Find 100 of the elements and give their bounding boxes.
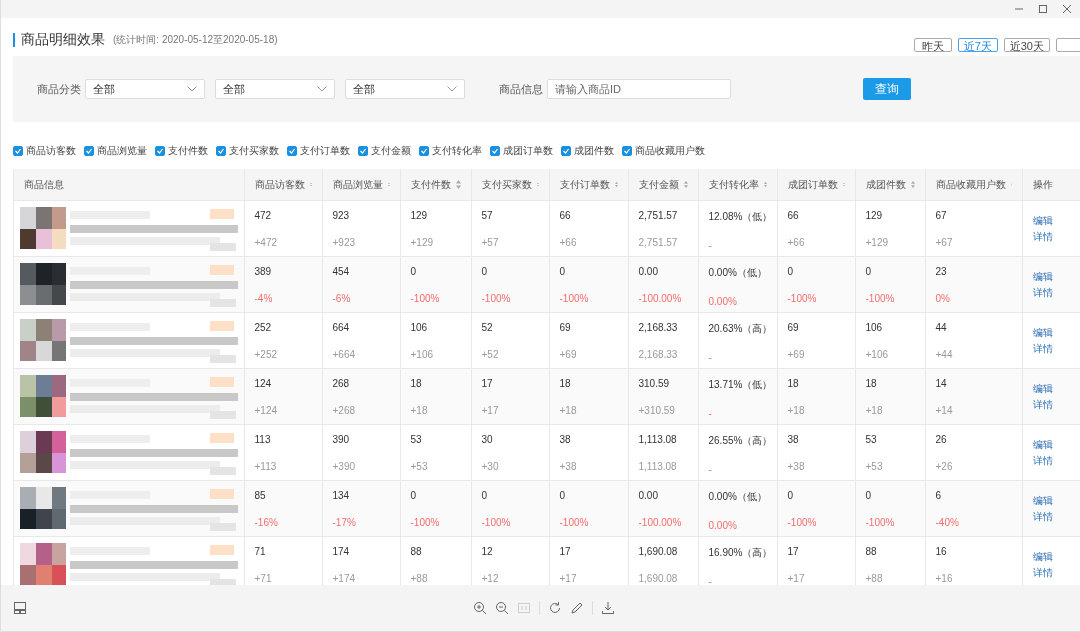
zoom-out-icon[interactable] [495,601,509,615]
metric-change: +66 [559,237,578,248]
checkbox[interactable] [13,146,23,156]
metric-value: 66 [787,210,800,221]
metric-value: 1,113.08 [638,434,678,445]
metric-value: 53 [410,434,423,445]
metric-change: +252 [254,349,279,360]
action-link[interactable]: 详情 [1032,566,1072,580]
checkbox[interactable] [419,146,429,156]
metric-change: -100% [787,517,818,528]
metric-value: 67 [935,210,948,221]
metric-value: 0.00 [638,266,659,277]
checkbox[interactable] [358,146,368,156]
action-link[interactable]: 编辑 [1032,270,1072,284]
metric-change: +14 [935,405,954,416]
metric-value: 106 [410,322,429,333]
action-link[interactable]: 详情 [1032,398,1072,412]
metric-value: 2,751.57 [638,210,679,221]
category-select[interactable]: 全部 [215,79,335,99]
metric-value: 2,168.33 [638,322,679,333]
metric-change: -100% [865,517,896,528]
metric-value: 53 [865,434,878,445]
chevron-down-icon [317,86,327,92]
rotate-icon[interactable] [548,601,562,615]
category-label: 商品分类 [37,81,81,97]
checkbox[interactable] [155,146,165,156]
metric-change: +106 [865,349,890,360]
download-icon[interactable] [601,601,615,615]
sort-icon[interactable] [910,180,915,189]
column-header: 支付订单数 [559,177,610,192]
metric-value: 923 [332,210,351,221]
checkbox[interactable] [84,146,94,156]
metric-change: +69 [787,349,806,360]
metric-change: +30 [481,461,500,472]
metric-change: +57 [481,237,500,248]
category-select[interactable]: 全部 [85,79,205,99]
checkbox[interactable] [287,146,297,156]
action-link[interactable]: 编辑 [1032,382,1072,396]
pencil-icon[interactable] [570,601,584,615]
action-link[interactable]: 详情 [1032,510,1072,524]
metric-change: - [708,240,713,251]
action-link[interactable]: 详情 [1032,454,1072,468]
metric-value: 18 [865,378,878,389]
metric-change: 1,690.08 [638,573,679,584]
metric-change: +113 [254,461,278,472]
checkbox[interactable] [490,146,500,156]
metric-value: 113 [254,434,272,445]
metric-change: +310.59 [638,405,676,416]
metric-value: 0 [559,490,567,501]
metric-value: 0 [559,266,567,277]
sort-icon[interactable] [614,180,618,189]
column-header: 商品访客数 [254,177,305,192]
range-button[interactable]: 近30天 [1003,38,1050,52]
metric-value: 472 [254,210,273,221]
metric-label: 商品访客数 [26,144,76,158]
query-button[interactable]: 查询 [863,78,911,100]
metric-value: 106 [865,322,884,333]
metric-label: 支付买家数 [229,144,279,158]
metric-change: +67 [935,237,954,248]
metric-change: +88 [865,573,884,584]
metric-label: 支付金额 [371,144,411,158]
metric-change: +69 [559,349,578,360]
sort-icon[interactable] [763,180,767,189]
range-button[interactable]: 昨天 [913,38,952,52]
metric-value: 18 [410,378,423,389]
metric-value: 17 [559,546,572,557]
metric-change: +268 [332,405,357,416]
maximize-icon[interactable] [1038,4,1048,14]
action-link[interactable]: 编辑 [1032,494,1072,508]
metric-value: 23 [935,266,948,277]
zoom-in-icon[interactable] [473,601,487,615]
layout-icon[interactable] [13,601,27,615]
sort-icon[interactable] [683,180,688,189]
sort-icon[interactable] [455,180,461,189]
metric-change: -100% [410,293,441,304]
close-icon[interactable] [1062,4,1072,14]
product-id-field[interactable]: 请输入商品ID [547,79,731,99]
metric-value: 44 [935,322,948,333]
checkbox[interactable] [216,146,226,156]
action-link[interactable]: 详情 [1032,342,1072,356]
category-select[interactable]: 全部 [345,79,465,99]
metric-change: +38 [559,461,578,472]
metric-change: +26 [935,461,954,472]
action-link[interactable]: 编辑 [1032,550,1072,564]
chevron-down-icon [187,86,197,92]
action-link[interactable]: 详情 [1032,230,1072,244]
metric-change: +664 [332,349,357,360]
metric-value: 12 [481,546,494,557]
checkbox[interactable] [622,146,632,156]
action-link[interactable]: 编辑 [1032,438,1072,452]
metric-label: 成团件数 [574,144,614,158]
metric-value: 26.55%（高） [708,434,767,448]
action-link[interactable]: 编辑 [1032,326,1072,340]
checkbox[interactable] [561,146,571,156]
range-button[interactable]: 近7天 [957,38,998,52]
action-link[interactable]: 编辑 [1032,214,1072,228]
action-link[interactable]: 详情 [1032,286,1072,300]
metric-value: 129 [865,210,884,221]
metric-value: 18 [787,378,800,389]
metric-value: 69 [559,322,572,333]
